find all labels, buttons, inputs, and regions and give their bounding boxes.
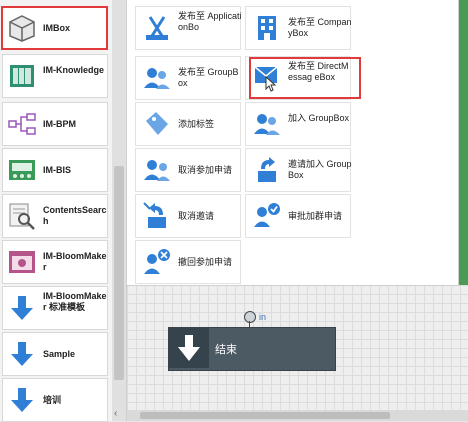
invite-icon bbox=[258, 157, 276, 182]
groupbox-icon bbox=[144, 68, 170, 89]
tile-label: 撤回参加申请 bbox=[178, 257, 233, 267]
tile-label: 添加标签 bbox=[178, 119, 215, 129]
tile-cancel-join-request[interactable]: 取消参加申请 bbox=[135, 148, 241, 192]
down-arrow-icon bbox=[11, 296, 33, 320]
palette-item-training[interactable]: 培训 bbox=[2, 378, 108, 422]
palette-item-label: IM-BPM bbox=[43, 119, 76, 129]
tile-invite-group-box[interactable]: 邀请加入 GroupBox bbox=[245, 148, 352, 192]
end-node-icon-box bbox=[169, 328, 209, 368]
tile-join-group-box[interactable]: 加入 GroupBox bbox=[245, 102, 351, 146]
withdraw-icon bbox=[144, 249, 170, 274]
down-arrow-icon bbox=[11, 388, 33, 412]
palette-item-label: IM-BloomMaker bbox=[43, 251, 107, 272]
in-port-label: in bbox=[259, 312, 267, 322]
tile-post-company-box[interactable]: 发布至 CompanyBox bbox=[245, 6, 352, 50]
application-icon bbox=[146, 16, 168, 40]
down-arrow-icon bbox=[11, 342, 33, 366]
approve-icon bbox=[254, 203, 280, 227]
tile-label: 加入 GroupBox bbox=[288, 113, 350, 123]
tile-post-group-box[interactable]: 发布至 GroupBox bbox=[135, 56, 241, 100]
tile-label: 发布至 CompanyBox bbox=[288, 17, 352, 38]
bloommaker-icon bbox=[9, 251, 35, 273]
tile-withdraw-join-request[interactable]: 撤回参加申请 bbox=[135, 240, 241, 284]
cancel-join-icon bbox=[144, 160, 170, 181]
palette-item-label: IM-Knowledge bbox=[43, 65, 104, 75]
palette-item-bis[interactable]: IM-BIS bbox=[2, 148, 108, 192]
right-edge-bar bbox=[458, 0, 468, 285]
cancel-invite-icon bbox=[143, 202, 166, 228]
tile-approve-join-request[interactable]: 审批加群申请 bbox=[245, 194, 351, 238]
palette-scroll-thumb[interactable] bbox=[114, 166, 124, 380]
palette-item-label: IM-BloomMaker 标准模板 bbox=[43, 291, 107, 312]
imbox-highlight-box bbox=[1, 6, 108, 50]
palette-item-label: Sample bbox=[43, 349, 76, 359]
palette-item-knowledge[interactable]: IM-Knowledge bbox=[2, 54, 108, 98]
palette-item-bloommaker-template[interactable]: IM-BloomMaker 标准模板 bbox=[2, 286, 108, 330]
tile-label: 取消参加申请 bbox=[178, 165, 233, 175]
palette-item-contents-search[interactable]: ContentsSearch bbox=[2, 194, 108, 238]
tile-cancel-invitation[interactable]: 取消邀请 bbox=[135, 194, 241, 238]
canvas-scroll-thumb[interactable] bbox=[140, 412, 390, 419]
tile-label: 邀请加入 GroupBox bbox=[288, 159, 352, 180]
tile-post-application-box[interactable]: 发布至 ApplicationBo bbox=[135, 6, 242, 50]
tile-label: 发布至 GroupBox bbox=[178, 67, 239, 88]
tile-label: 审批加群申请 bbox=[288, 211, 343, 221]
palette-item-bloommaker[interactable]: IM-BloomMaker bbox=[2, 240, 108, 284]
palette-item-label: 培训 bbox=[43, 395, 62, 405]
palette-item-bpm[interactable]: IM-BPM bbox=[2, 102, 108, 146]
end-node-label: 结束 bbox=[215, 344, 237, 356]
palette-item-label: ContentsSearch bbox=[43, 205, 107, 226]
knowledge-icon bbox=[10, 65, 34, 87]
palette-panel: IMBox IM-Knowledge IM-BPM IM-BIS Content… bbox=[0, 0, 113, 422]
tag-icon bbox=[146, 112, 168, 135]
contents-search-icon bbox=[9, 203, 35, 230]
bis-icon bbox=[9, 160, 35, 180]
company-icon bbox=[258, 16, 276, 40]
end-node[interactable]: 结束 bbox=[168, 327, 336, 371]
end-arrow-icon bbox=[178, 335, 200, 361]
palette-item-sample[interactable]: Sample bbox=[2, 332, 108, 376]
tile-add-tag[interactable]: 添加标签 bbox=[135, 102, 241, 146]
tile-label: 发布至 ApplicationBo bbox=[178, 11, 242, 32]
scroll-left-arrow-icon[interactable]: ‹ bbox=[114, 408, 117, 419]
imbox-action-popup: 发布至 ApplicationBo 发布至 CompanyBox 发布至 Gro… bbox=[127, 0, 459, 286]
palette-item-label: IM-BIS bbox=[43, 165, 71, 175]
bpm-icon bbox=[8, 113, 36, 135]
in-port[interactable] bbox=[244, 311, 256, 323]
join-group-icon bbox=[254, 114, 280, 135]
direct-message-highlight-box bbox=[249, 57, 361, 99]
tile-label: 取消邀请 bbox=[178, 211, 215, 221]
